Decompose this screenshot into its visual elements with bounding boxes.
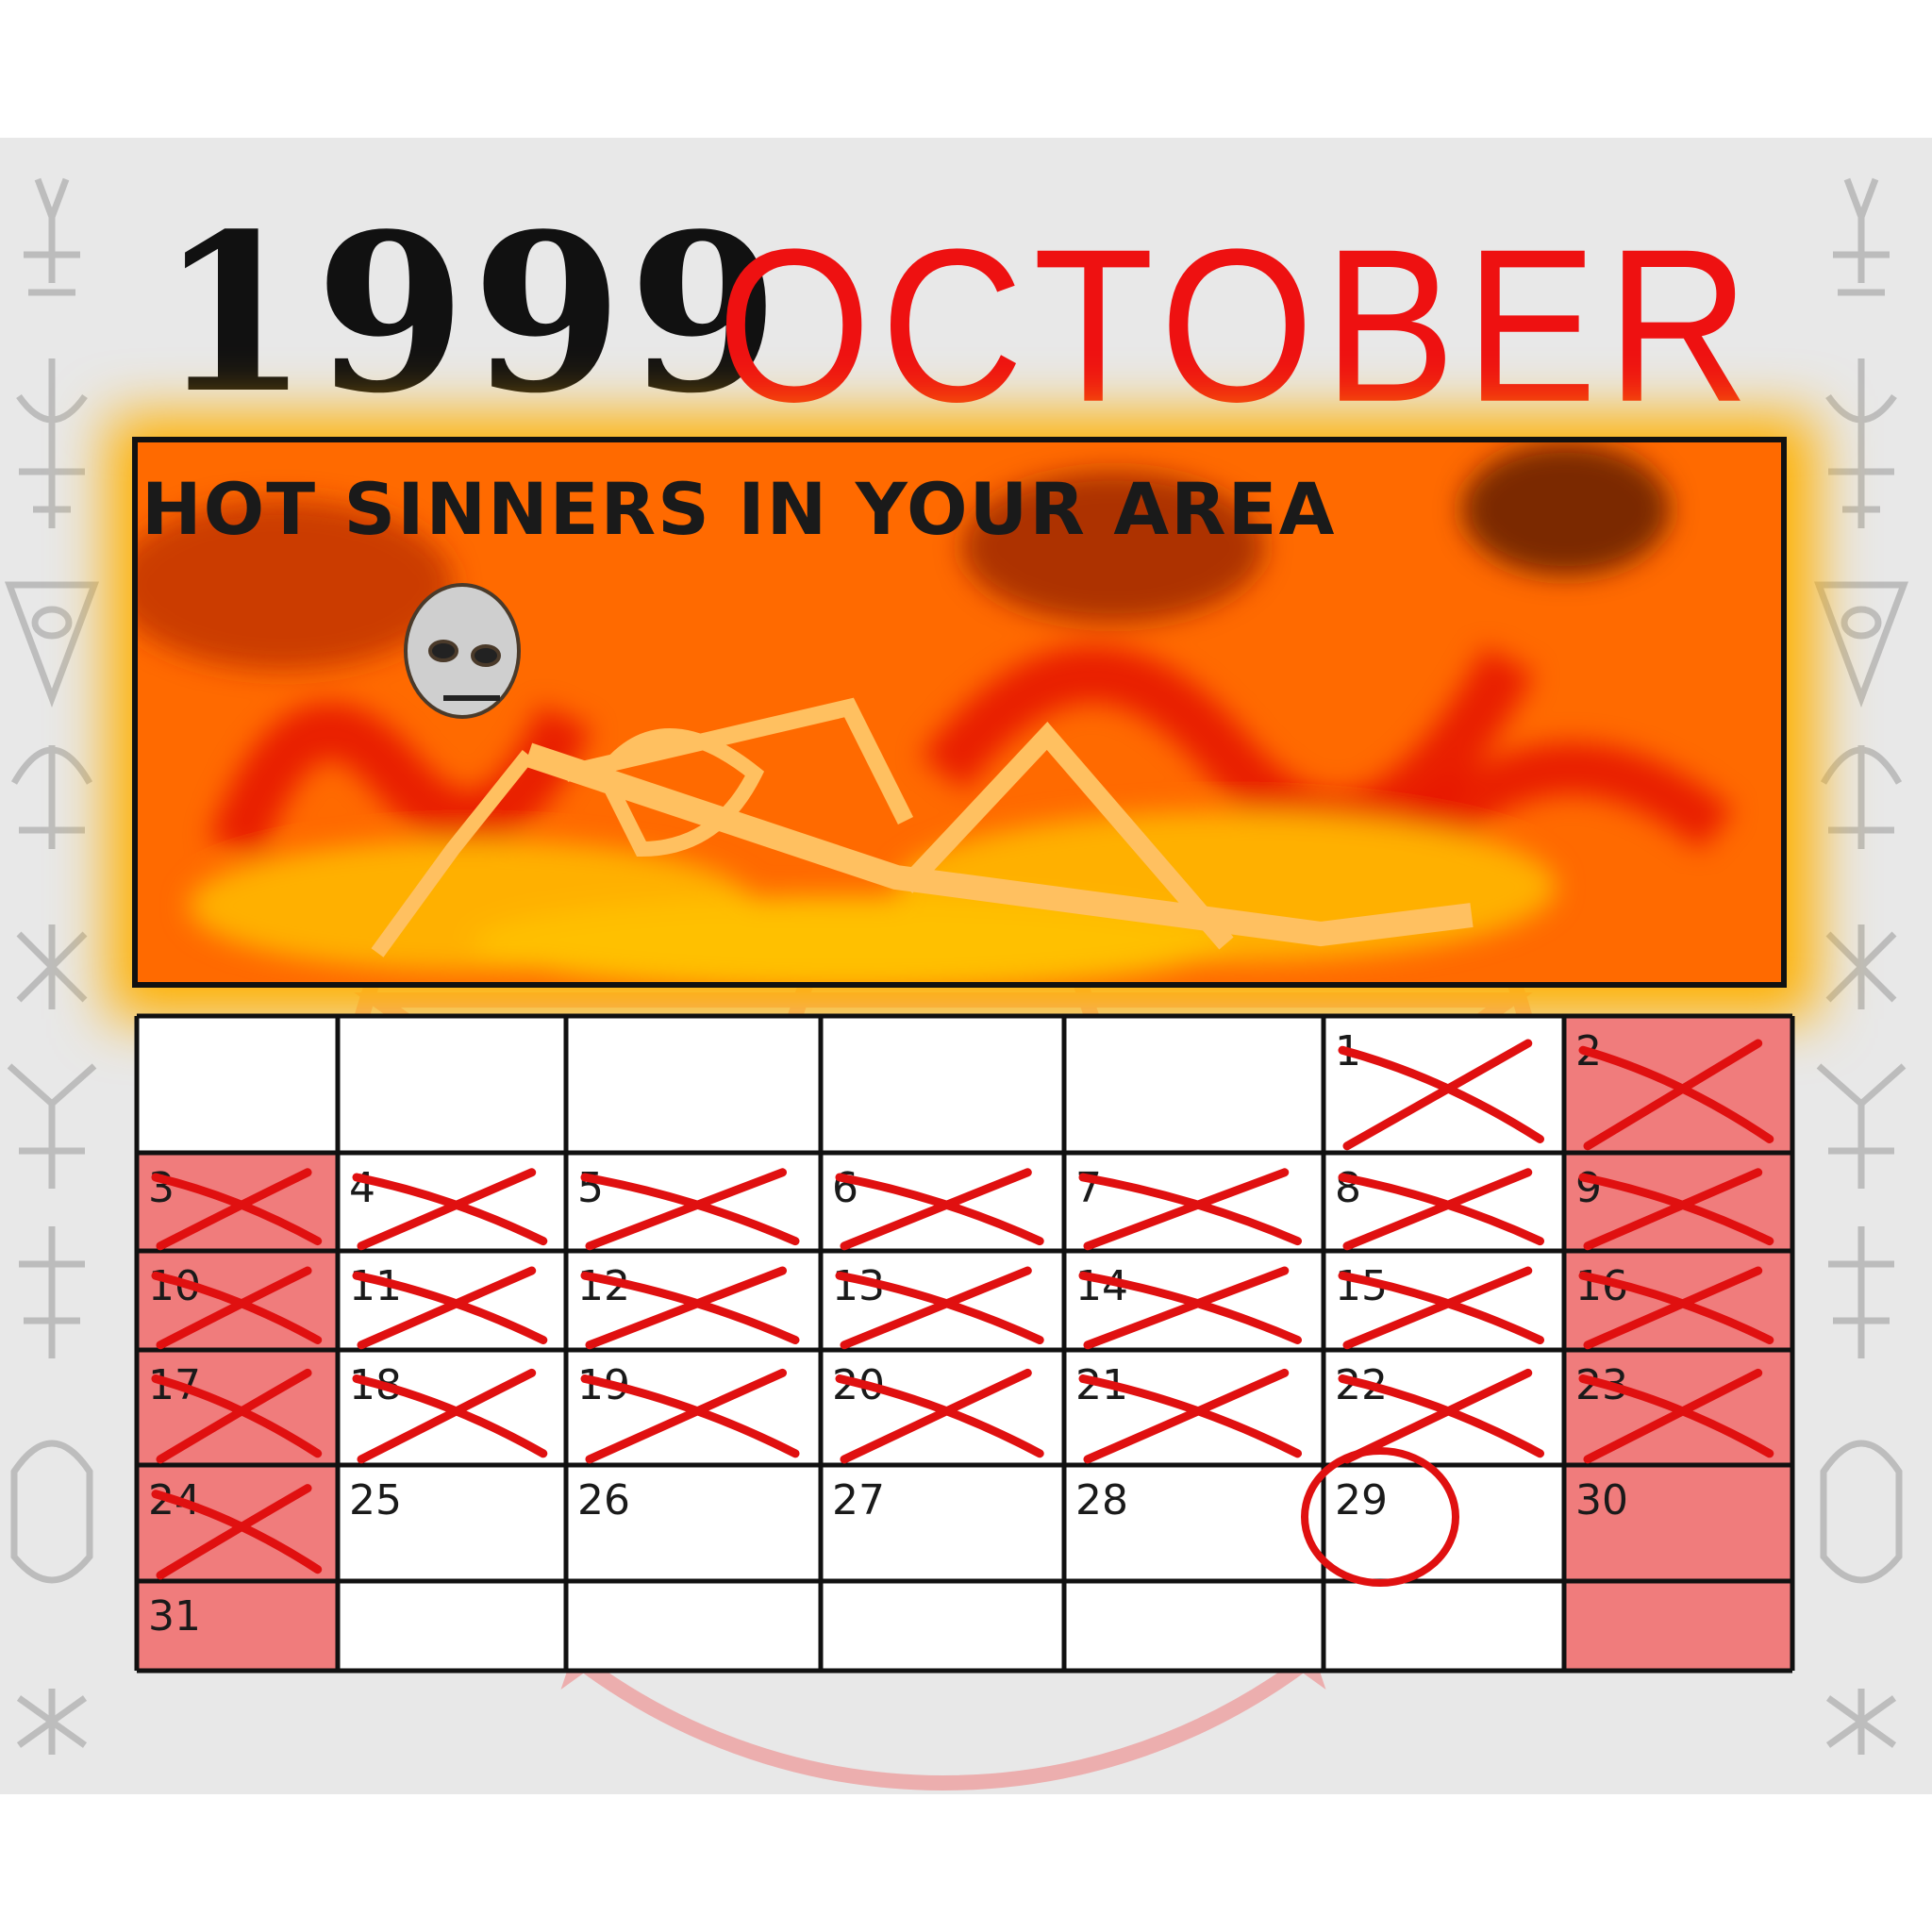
- calendar-cell: [1064, 1581, 1324, 1671]
- calendar-cell: [566, 1016, 821, 1153]
- calendar-cell: [1564, 1581, 1792, 1671]
- day-number[interactable]: 6: [832, 1164, 858, 1212]
- calendar-cell: [821, 1016, 1064, 1153]
- day-number[interactable]: 7: [1075, 1164, 1102, 1212]
- day-number[interactable]: 8: [1335, 1164, 1361, 1212]
- day-number[interactable]: 31: [148, 1592, 201, 1641]
- day-number[interactable]: 29: [1335, 1476, 1388, 1524]
- calendar-cell: [338, 1581, 566, 1671]
- calendar-cell: [821, 1581, 1064, 1671]
- day-number[interactable]: 27: [832, 1476, 885, 1524]
- calendar-cell: [137, 1016, 338, 1153]
- day-number[interactable]: 3: [148, 1164, 175, 1212]
- calendar-cell: [338, 1016, 566, 1153]
- day-number[interactable]: 28: [1075, 1476, 1128, 1524]
- day-number[interactable]: 4: [349, 1164, 375, 1212]
- day-number[interactable]: 5: [577, 1164, 604, 1212]
- day-number[interactable]: 25: [349, 1476, 402, 1524]
- day-number[interactable]: 30: [1575, 1476, 1628, 1524]
- calendar-cell: [566, 1581, 821, 1671]
- day-number[interactable]: 26: [577, 1476, 630, 1524]
- calendar-cell: [1324, 1581, 1564, 1671]
- calendar-grid: 1 23 4 5 6 7 8 910 11 12 13 14 15 1617 18 19 20 21 22 2324 2…: [134, 1013, 1795, 1674]
- calendar-cell: [1064, 1016, 1324, 1153]
- day-number[interactable]: 9: [1575, 1164, 1602, 1212]
